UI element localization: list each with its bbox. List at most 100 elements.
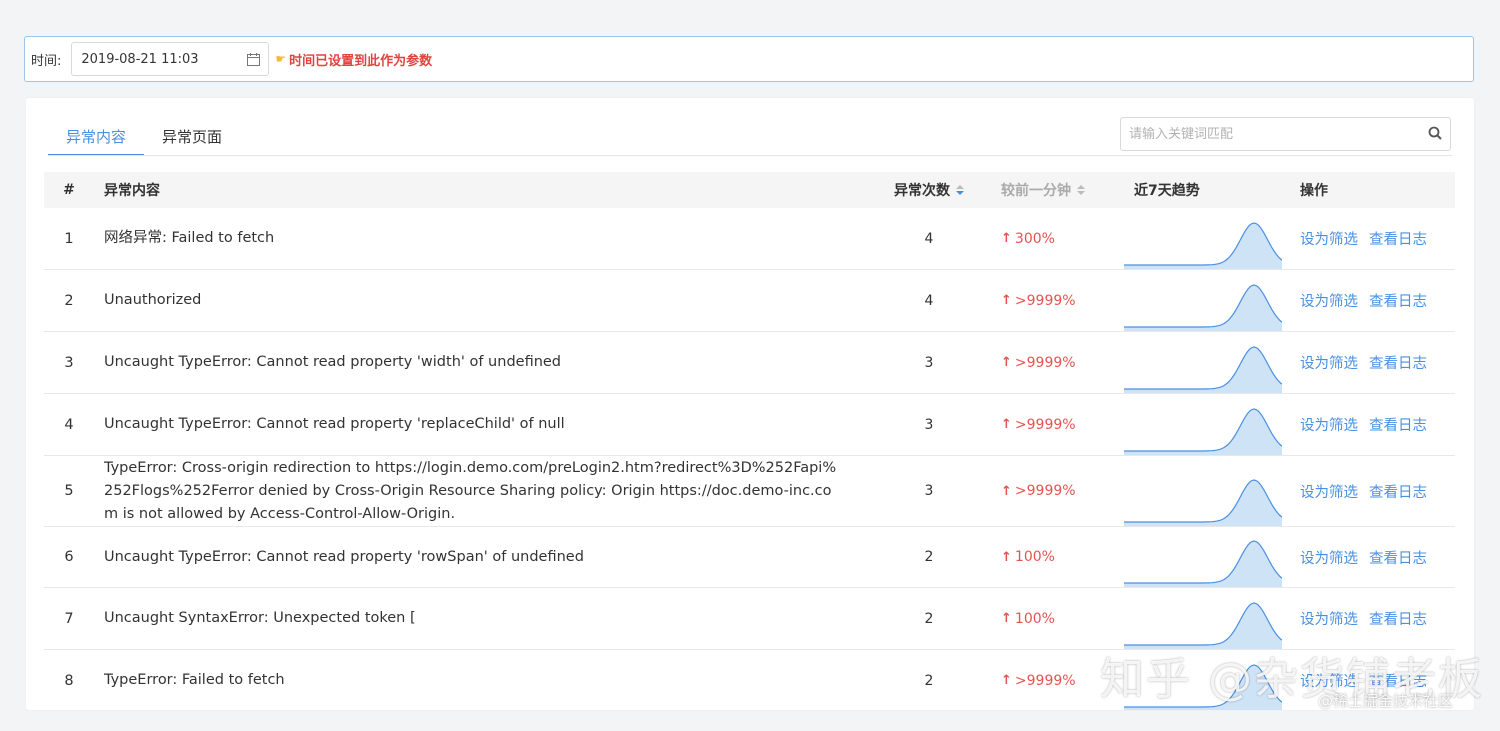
table-row: 6 Uncaught TypeError: Cannot read propert…: [44, 527, 1455, 588]
row-ops: 设为筛选 查看日志: [1300, 290, 1455, 311]
row-count: 3: [924, 483, 934, 499]
row-count: 2: [924, 672, 934, 689]
table-row: 7 Uncaught SyntaxError: Unexpected token …: [44, 588, 1455, 650]
time-filter-bar: 时间: 2019-08-21 11:03 ☛ 时间已设置到此作为参数: [24, 36, 1474, 82]
row-change-value: 100%: [1014, 610, 1055, 627]
header-ops: 操作: [1300, 183, 1328, 199]
row-message: TypeError: Failed to fetch: [104, 672, 285, 688]
row-change: ↑ >9999%: [974, 355, 1124, 371]
view-log-link[interactable]: 查看日志: [1369, 547, 1427, 568]
row-change-value: 100%: [1014, 549, 1055, 565]
header-count[interactable]: 异常次数: [884, 180, 974, 200]
view-log-link[interactable]: 查看日志: [1369, 608, 1427, 629]
view-log-link[interactable]: 查看日志: [1369, 352, 1427, 373]
row-index: 4: [64, 416, 74, 433]
set-filter-link[interactable]: 设为筛选: [1300, 547, 1358, 568]
row-ops: 设为筛选 查看日志: [1300, 547, 1455, 568]
time-hint-text: 时间已设置到此作为参数: [289, 53, 433, 69]
set-filter-link[interactable]: 设为筛选: [1300, 352, 1358, 373]
row-message: Uncaught TypeError: Cannot read property…: [104, 354, 562, 370]
row-count: 3: [924, 416, 934, 433]
set-filter-link[interactable]: 设为筛选: [1300, 608, 1358, 629]
row-change: ↑ >9999%: [974, 483, 1124, 499]
table-header: # 异常内容 异常次数 较前一分钟 近7天趋势 操作: [44, 172, 1455, 208]
row-change-value: >9999%: [1014, 292, 1076, 309]
row-trend-sparkline: [1124, 588, 1300, 649]
header-index: #: [63, 182, 75, 198]
table-row: 1 网络异常: Failed to fetch 4 ↑ 300% 设为筛选 查看日志: [44, 208, 1455, 270]
row-trend-sparkline: [1124, 332, 1300, 393]
row-message: Uncaught TypeError: Cannot read property…: [104, 548, 584, 565]
row-change: ↑ 100%: [974, 549, 1124, 565]
exception-card: 异常内容 异常页面 # 异常内容 异常次数 较前一分钟 近7天趋势 操作 1 网络…: [26, 98, 1474, 710]
tab-bar: 异常内容 异常页面: [48, 122, 240, 156]
sort-icon[interactable]: [1077, 185, 1085, 195]
arrow-up-icon: ↑: [1001, 231, 1012, 246]
header-trend: 近7天趋势: [1134, 183, 1200, 199]
row-message: Uncaught SyntaxError: Unexpected token [: [104, 610, 416, 626]
header-change[interactable]: 较前一分钟: [974, 180, 1124, 200]
row-index: 3: [64, 354, 74, 371]
set-filter-link[interactable]: 设为筛选: [1300, 414, 1358, 435]
row-index: 5: [64, 483, 74, 499]
row-count: 4: [924, 230, 934, 247]
trend-area: [1124, 409, 1282, 455]
row-count: 2: [924, 549, 934, 565]
trend-area: [1124, 285, 1282, 331]
arrow-up-icon: ↑: [1001, 355, 1012, 370]
tab-exception-content[interactable]: 异常内容: [48, 122, 145, 156]
trend-area: [1124, 480, 1282, 526]
datetime-value: 2019-08-21 11:03: [81, 51, 199, 67]
row-message: Uncaught TypeError: Cannot read property…: [104, 416, 565, 432]
arrow-up-icon: ↑: [1001, 483, 1012, 499]
row-change-value: 300%: [1014, 230, 1055, 247]
tab-exception-page[interactable]: 异常页面: [144, 122, 240, 156]
arrow-up-icon: ↑: [1001, 673, 1012, 688]
table-row: 2 Unauthorized 4 ↑ >9999% 设为筛选 查看日志: [44, 270, 1455, 332]
row-change-value: >9999%: [1014, 483, 1076, 499]
row-change-value: >9999%: [1014, 354, 1076, 371]
row-change: ↑ >9999%: [974, 293, 1124, 309]
view-log-link[interactable]: 查看日志: [1369, 414, 1427, 435]
row-ops: 设为筛选 查看日志: [1300, 608, 1455, 629]
arrow-up-icon: ↑: [1001, 417, 1012, 432]
row-index: 7: [64, 610, 74, 627]
sort-icon[interactable]: [956, 185, 964, 195]
time-label: 时间:: [31, 53, 62, 69]
trend-sparkline-svg: [1124, 284, 1282, 331]
set-filter-link[interactable]: 设为筛选: [1300, 481, 1358, 502]
tab-divider: [48, 155, 1452, 156]
table-row: 5 TypeError: Cross-origin redirection to …: [44, 456, 1455, 527]
trend-area: [1124, 541, 1282, 587]
calendar-icon[interactable]: [247, 52, 261, 66]
arrow-up-icon: ↑: [1001, 611, 1012, 626]
row-change: ↑ 100%: [974, 611, 1124, 627]
header-message: 异常内容: [104, 183, 160, 199]
set-filter-link[interactable]: 设为筛选: [1300, 290, 1358, 311]
row-ops: 设为筛选 查看日志: [1300, 228, 1455, 249]
row-index: 8: [64, 672, 74, 689]
view-log-link[interactable]: 查看日志: [1369, 481, 1427, 502]
row-trend-sparkline: [1124, 208, 1300, 269]
view-log-link[interactable]: 查看日志: [1369, 290, 1427, 311]
row-change: ↑ >9999%: [974, 417, 1124, 433]
search-icon[interactable]: [1428, 125, 1442, 144]
watermark-sub: @稀土掘金技术社区: [1318, 692, 1454, 710]
set-filter-link[interactable]: 设为筛选: [1300, 228, 1358, 249]
trend-sparkline-svg: [1124, 408, 1282, 455]
trend-sparkline-svg: [1124, 540, 1282, 587]
row-trend-sparkline: [1124, 527, 1300, 587]
row-trend-sparkline: [1124, 456, 1300, 526]
view-log-link[interactable]: 查看日志: [1369, 228, 1427, 249]
trend-sparkline-svg: [1124, 346, 1282, 393]
row-message: TypeError: Cross-origin redirection to h…: [104, 459, 837, 522]
search-input[interactable]: [1129, 126, 1428, 142]
row-change-value: >9999%: [1014, 672, 1076, 689]
row-count: 2: [924, 610, 934, 627]
row-message: 网络异常: Failed to fetch: [104, 230, 275, 246]
row-change: ↑ 300%: [974, 231, 1124, 247]
datetime-picker[interactable]: 2019-08-21 11:03: [71, 42, 270, 76]
row-index: 6: [64, 549, 74, 565]
trend-area: [1124, 347, 1282, 393]
row-ops: 设为筛选 查看日志: [1300, 481, 1455, 502]
